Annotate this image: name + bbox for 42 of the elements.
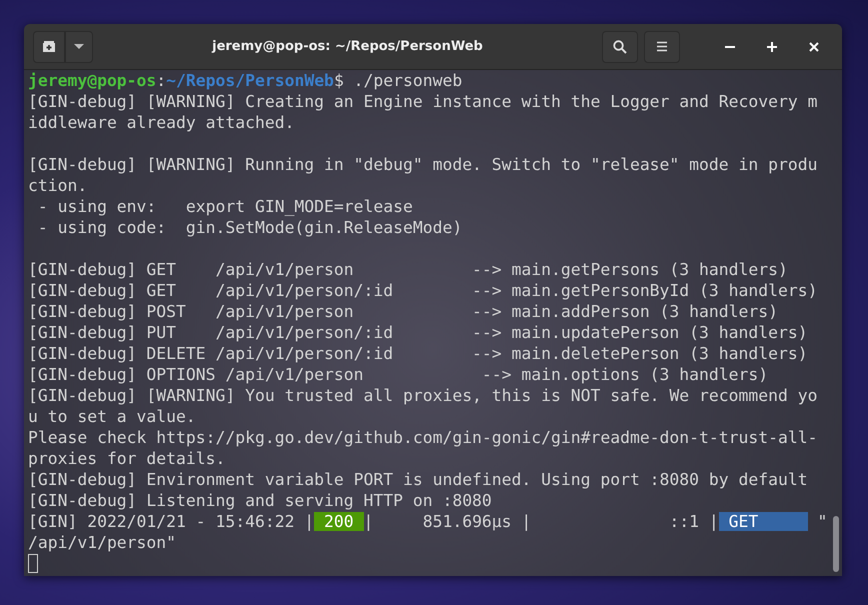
minimize-icon — [725, 46, 735, 48]
terminal-text: - using env: export GIN_MODE=release — [36, 197, 413, 216]
menu-button[interactable] — [644, 30, 680, 62]
terminal-text: [GIN-debug] PUT /api/v1/person/:id --> main.updatePerson (3 handlers) — [28, 323, 808, 342]
text-cursor — [28, 554, 38, 573]
terminal-text: [GIN-debug] POST /api/v1/person --> main.addPerson (3 handlers) — [28, 302, 778, 321]
prompt-path: ~/Repos/PersonWeb — [166, 71, 334, 90]
terminal-text: [GIN-debug] Environment variable PORT is undefined. Using port :8080 by default — [28, 470, 808, 489]
prompt-user: jeremy@pop-os — [28, 71, 156, 90]
terminal-text: [GIN-debug] GET /api/v1/person/:id --> main.getPersonById (3 handlers) — [28, 281, 818, 300]
terminal-text: ction. — [28, 176, 88, 195]
window-title: jeremy@pop-os: ~/Repos/PersonWeb — [210, 39, 484, 54]
status-code: 200 — [314, 512, 364, 531]
terminal-text: [GIN-debug] [WARNING] You trusted all proxies, this is NOT safe. We recommend yo — [28, 386, 818, 405]
terminal-text: : — [156, 71, 166, 90]
terminal-text: proxies for details. — [28, 449, 226, 468]
dropdown-button[interactable] — [65, 30, 93, 62]
terminal-text: " — [816, 512, 828, 531]
terminal-text: $ ./personweb — [334, 71, 462, 90]
terminal-text: [GIN-debug] DELETE /api/v1/person/:id --> main.deletePerson (3 handlers) — [28, 344, 808, 363]
caret-icon — [74, 44, 84, 50]
terminal-text: | 851.696µs | ::1 | — [364, 512, 719, 531]
terminal-text: iddleware already attached. — [28, 113, 294, 132]
search-button[interactable] — [602, 30, 638, 62]
terminal-text: [GIN] 2022/01/21 - 15:46:22 | — [28, 512, 314, 531]
terminal-text: Please check https://pkg.go.dev/github.com/gin-gonic/gin#readme-don-t-trust-all- — [28, 428, 818, 447]
terminal-text: [GIN-debug] GET /api/v1/person --> main.getPersons (3 handlers) — [28, 260, 788, 279]
terminal-text: [GIN-debug] [WARNING] Creating an Engine instance with the Logger and Recovery m — [28, 92, 818, 111]
terminal-text: [GIN-debug] Listening and serving HTTP on :8080 — [28, 491, 492, 510]
menu-icon — [656, 41, 668, 52]
terminal-text: [GIN-debug] OPTIONS /api/v1/person --> main.options (3 handlers) — [28, 365, 768, 384]
terminal-text: u to set a value. — [28, 407, 196, 426]
new-tab-icon — [42, 40, 56, 53]
terminal-text: /api/v1/person" — [28, 533, 176, 552]
new-tab-button[interactable] — [33, 30, 65, 62]
http-method: GET — [718, 512, 808, 531]
terminal-text: - using code: gin.SetMode(gin.ReleaseMode) — [36, 218, 462, 237]
maximize-icon — [767, 42, 777, 52]
search-icon — [613, 40, 627, 54]
close-icon — [809, 42, 819, 52]
scrollbar-thumb[interactable] — [833, 516, 839, 572]
terminal-text: [GIN-debug] [WARNING] Running in "debug" mode. Switch to "release" mode in produ — [28, 155, 818, 174]
